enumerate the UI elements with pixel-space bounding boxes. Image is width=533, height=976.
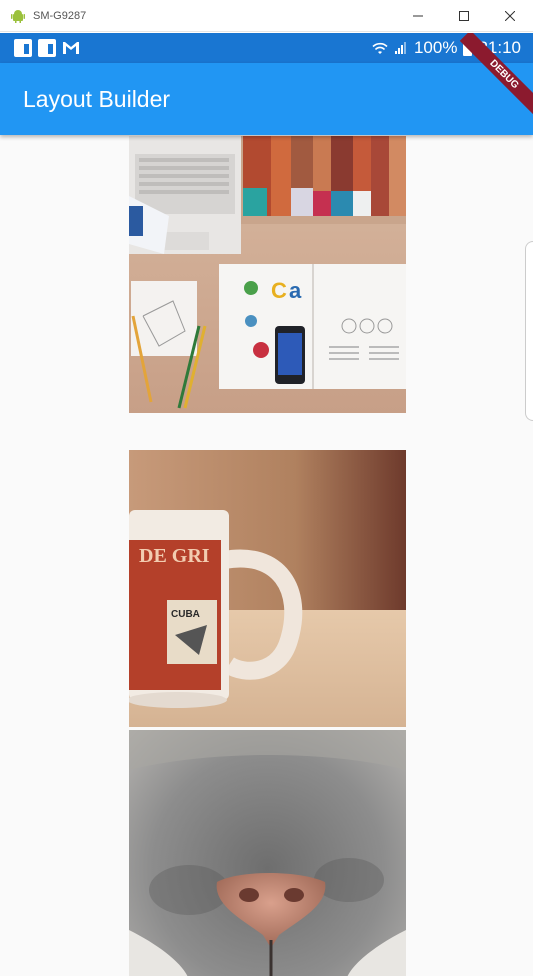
window-titlebar: SM-G9287 bbox=[0, 0, 533, 32]
close-button[interactable] bbox=[487, 0, 533, 32]
maximize-button[interactable] bbox=[441, 0, 487, 32]
window-controls bbox=[395, 0, 533, 32]
wifi-icon bbox=[372, 42, 388, 54]
battery-percent: 100% bbox=[413, 38, 458, 57]
svg-text:C: C bbox=[271, 278, 287, 303]
svg-text:a: a bbox=[289, 278, 302, 303]
app-bar: Layout Builder bbox=[0, 63, 533, 135]
maximize-icon bbox=[459, 11, 469, 21]
cat-nose-photo bbox=[129, 730, 406, 976]
window-title: SM-G9287 bbox=[33, 9, 87, 22]
desk-workspace-photo: C a bbox=[129, 136, 406, 413]
close-icon bbox=[505, 11, 515, 21]
status-notifications bbox=[14, 39, 80, 57]
svg-text:CUBA: CUBA bbox=[171, 609, 200, 620]
signal-icon bbox=[394, 42, 406, 54]
page-title: Layout Builder bbox=[23, 85, 171, 112]
side-panel-handle[interactable] bbox=[525, 241, 533, 421]
gmail-icon bbox=[63, 42, 79, 54]
flipboard-icon bbox=[38, 39, 56, 57]
minimize-icon bbox=[413, 15, 423, 17]
minimize-button[interactable] bbox=[395, 0, 441, 32]
image-list[interactable]: C a DE GRI CUBA bbox=[0, 135, 533, 976]
svg-text:DE GRI: DE GRI bbox=[139, 545, 210, 567]
flipboard-icon bbox=[14, 39, 32, 57]
coffee-mug-photo: DE GRI CUBA bbox=[129, 450, 406, 727]
phone-screen: 100% 21:10 DEBUG Layout Builder C a DE G… bbox=[0, 33, 533, 976]
android-icon bbox=[11, 9, 25, 23]
status-bar: 100% 21:10 bbox=[0, 33, 533, 63]
